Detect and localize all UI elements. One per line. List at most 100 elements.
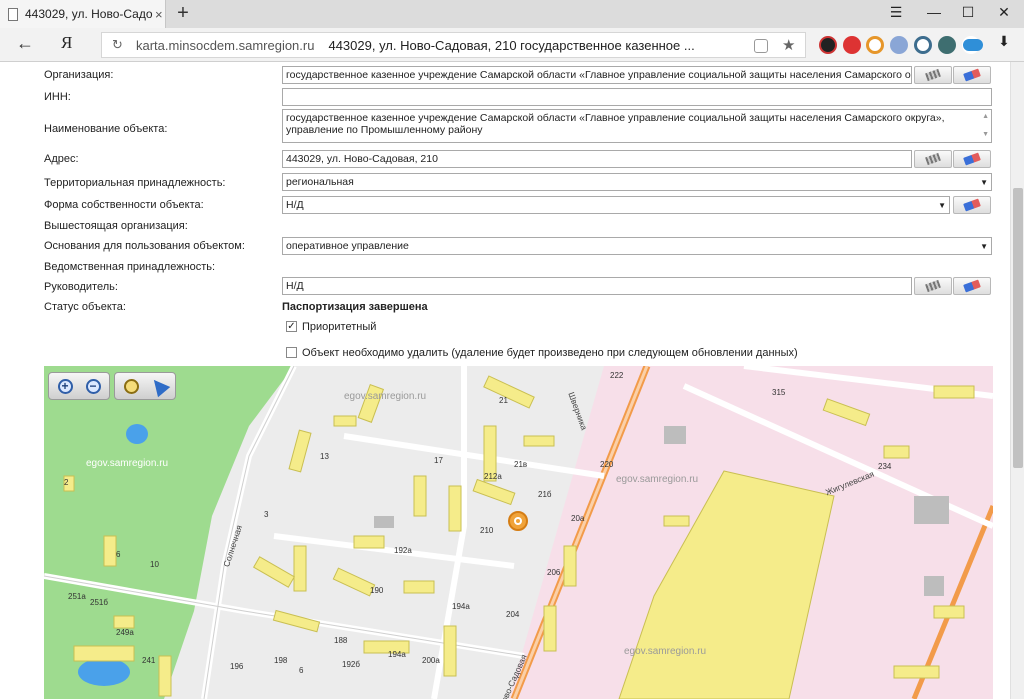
head-clear-button[interactable] xyxy=(953,277,991,295)
zoom-in-button[interactable]: + xyxy=(52,375,78,397)
extension-icon-1[interactable] xyxy=(819,36,837,54)
eraser-icon xyxy=(963,68,981,82)
books-icon xyxy=(925,279,941,293)
house-number: 210 xyxy=(480,526,494,535)
object-marker-icon[interactable] xyxy=(508,511,528,531)
map[interactable]: + − egov.samregion.ru egov.samregion.ru … xyxy=(44,366,993,699)
house-number: 220 xyxy=(600,460,614,469)
head-lookup-button[interactable] xyxy=(914,277,952,295)
scroll-down-icon[interactable]: ▼ xyxy=(982,129,989,141)
pond xyxy=(126,424,148,444)
eraser-icon xyxy=(963,152,981,166)
addr-label: Адрес: xyxy=(44,153,79,165)
basis-select-value: оперативное управление xyxy=(286,240,409,252)
house-number: 249а xyxy=(116,628,134,637)
minimize-button[interactable]: — xyxy=(922,4,946,24)
pond xyxy=(78,658,130,686)
house-number: 190 xyxy=(370,586,384,595)
house-number: 200а xyxy=(422,656,440,665)
eraser-icon xyxy=(963,279,981,293)
addr-lookup-button[interactable] xyxy=(914,150,952,168)
new-tab-button[interactable]: + xyxy=(172,2,194,25)
basis-select[interactable]: оперативное управление ▼ xyxy=(282,237,992,255)
extension-icon-6[interactable] xyxy=(938,36,956,54)
watermark: egov.samregion.ru xyxy=(624,646,707,657)
map-tools-group xyxy=(114,372,176,400)
name-field-text: государственное казенное учреждение Сама… xyxy=(286,112,945,136)
extension-icon-5[interactable] xyxy=(914,36,932,54)
house-number: 10 xyxy=(150,560,159,569)
addr-field[interactable]: 443029, ул. Ново-Садовая, 210 xyxy=(282,150,912,168)
house-number: 13 xyxy=(320,452,329,461)
own-select[interactable]: Н/Д ▼ xyxy=(282,196,950,214)
zoom-out-button[interactable]: − xyxy=(80,375,106,397)
delete-checkbox[interactable] xyxy=(286,347,297,358)
house-number: 3 xyxy=(264,510,269,519)
org-lookup-button[interactable] xyxy=(914,66,952,84)
watermark: egov.samregion.ru xyxy=(86,458,169,469)
tab-active[interactable]: 443029, ул. Ново-Садова × xyxy=(0,0,166,28)
search-icon xyxy=(123,378,139,394)
inn-field[interactable] xyxy=(282,88,992,106)
yandex-logo[interactable]: Я xyxy=(61,33,72,53)
star-icon[interactable]: ★ xyxy=(782,36,796,54)
dropdown-arrow-icon: ▼ xyxy=(980,242,988,251)
house-number: 241 xyxy=(142,656,156,665)
house-number: 198 xyxy=(274,656,288,665)
head-label: Руководитель: xyxy=(44,281,118,293)
zoom-group: + − xyxy=(48,372,110,400)
own-clear-button[interactable] xyxy=(953,196,991,214)
house-number: 194а xyxy=(388,650,406,659)
org-label: Организация: xyxy=(44,69,114,81)
zoom-out-icon: − xyxy=(85,378,101,394)
head-field[interactable]: Н/Д xyxy=(282,277,912,295)
zoom-in-icon: + xyxy=(57,378,73,394)
inn-label: ИНН: xyxy=(44,91,71,103)
url-host: karta.minsocdem.samregion.ru xyxy=(136,37,315,53)
priority-checkbox[interactable]: ✓ xyxy=(286,321,297,332)
house-number: 194а xyxy=(452,602,470,611)
close-window-button[interactable]: ✕ xyxy=(992,4,1016,24)
url-field[interactable]: ↻ karta.minsocdem.samregion.ru 443029, у… xyxy=(101,32,806,58)
house-number: 204 xyxy=(506,610,520,619)
download-icon[interactable]: ⬇ xyxy=(992,33,1016,53)
url-page-title: 443029, ул. Ново-Садовая, 210 государств… xyxy=(328,37,695,53)
eraser-icon xyxy=(963,198,981,212)
addr-clear-button[interactable] xyxy=(953,150,991,168)
house-number: 17 xyxy=(434,456,443,465)
dropdown-arrow-icon: ▼ xyxy=(938,201,946,210)
scroll-up-icon[interactable]: ▲ xyxy=(982,111,989,123)
terr-select[interactable]: региональная ▼ xyxy=(282,173,992,191)
org-field[interactable]: государственное казенное учреждение Сама… xyxy=(282,66,912,84)
house-number: 196 xyxy=(230,662,244,671)
menu-icon[interactable]: ☰ xyxy=(884,4,908,24)
scrollbar-thumb[interactable] xyxy=(1013,188,1023,468)
name-field[interactable]: государственное казенное учреждение Сама… xyxy=(282,109,992,143)
adblock-icon[interactable] xyxy=(843,36,861,54)
org-clear-button[interactable] xyxy=(953,66,991,84)
vertical-scrollbar[interactable] xyxy=(1010,62,1024,699)
extension-icon-3[interactable] xyxy=(866,36,884,54)
back-button[interactable]: ← xyxy=(16,33,34,54)
tab-close-button[interactable]: × xyxy=(155,7,163,22)
search-button[interactable] xyxy=(118,375,144,397)
house-number: 251б xyxy=(90,598,108,607)
cloud-icon[interactable] xyxy=(890,36,908,54)
reload-icon[interactable]: ↻ xyxy=(112,37,128,53)
priority-label: Приоритетный xyxy=(302,321,377,333)
document-icon xyxy=(8,7,18,21)
watermark: egov.samregion.ru xyxy=(344,391,427,402)
house-number: 251а xyxy=(68,592,86,601)
house-number: 192а xyxy=(394,546,412,555)
select-button[interactable] xyxy=(146,374,172,398)
dept-label: Ведомственная принадлежность: xyxy=(44,261,216,273)
map-toolbar: + − xyxy=(48,372,176,400)
house-number: 20а xyxy=(571,514,585,523)
map-canvas[interactable] xyxy=(44,366,993,699)
maximize-button[interactable]: ☐ xyxy=(956,4,980,24)
dropdown-arrow-icon: ▼ xyxy=(980,178,988,187)
onedrive-icon[interactable] xyxy=(963,39,983,51)
reader-mode-icon[interactable] xyxy=(754,39,768,53)
parent-label: Вышестоящая организация: xyxy=(44,220,188,232)
name-label: Наименование объекта: xyxy=(44,123,168,135)
